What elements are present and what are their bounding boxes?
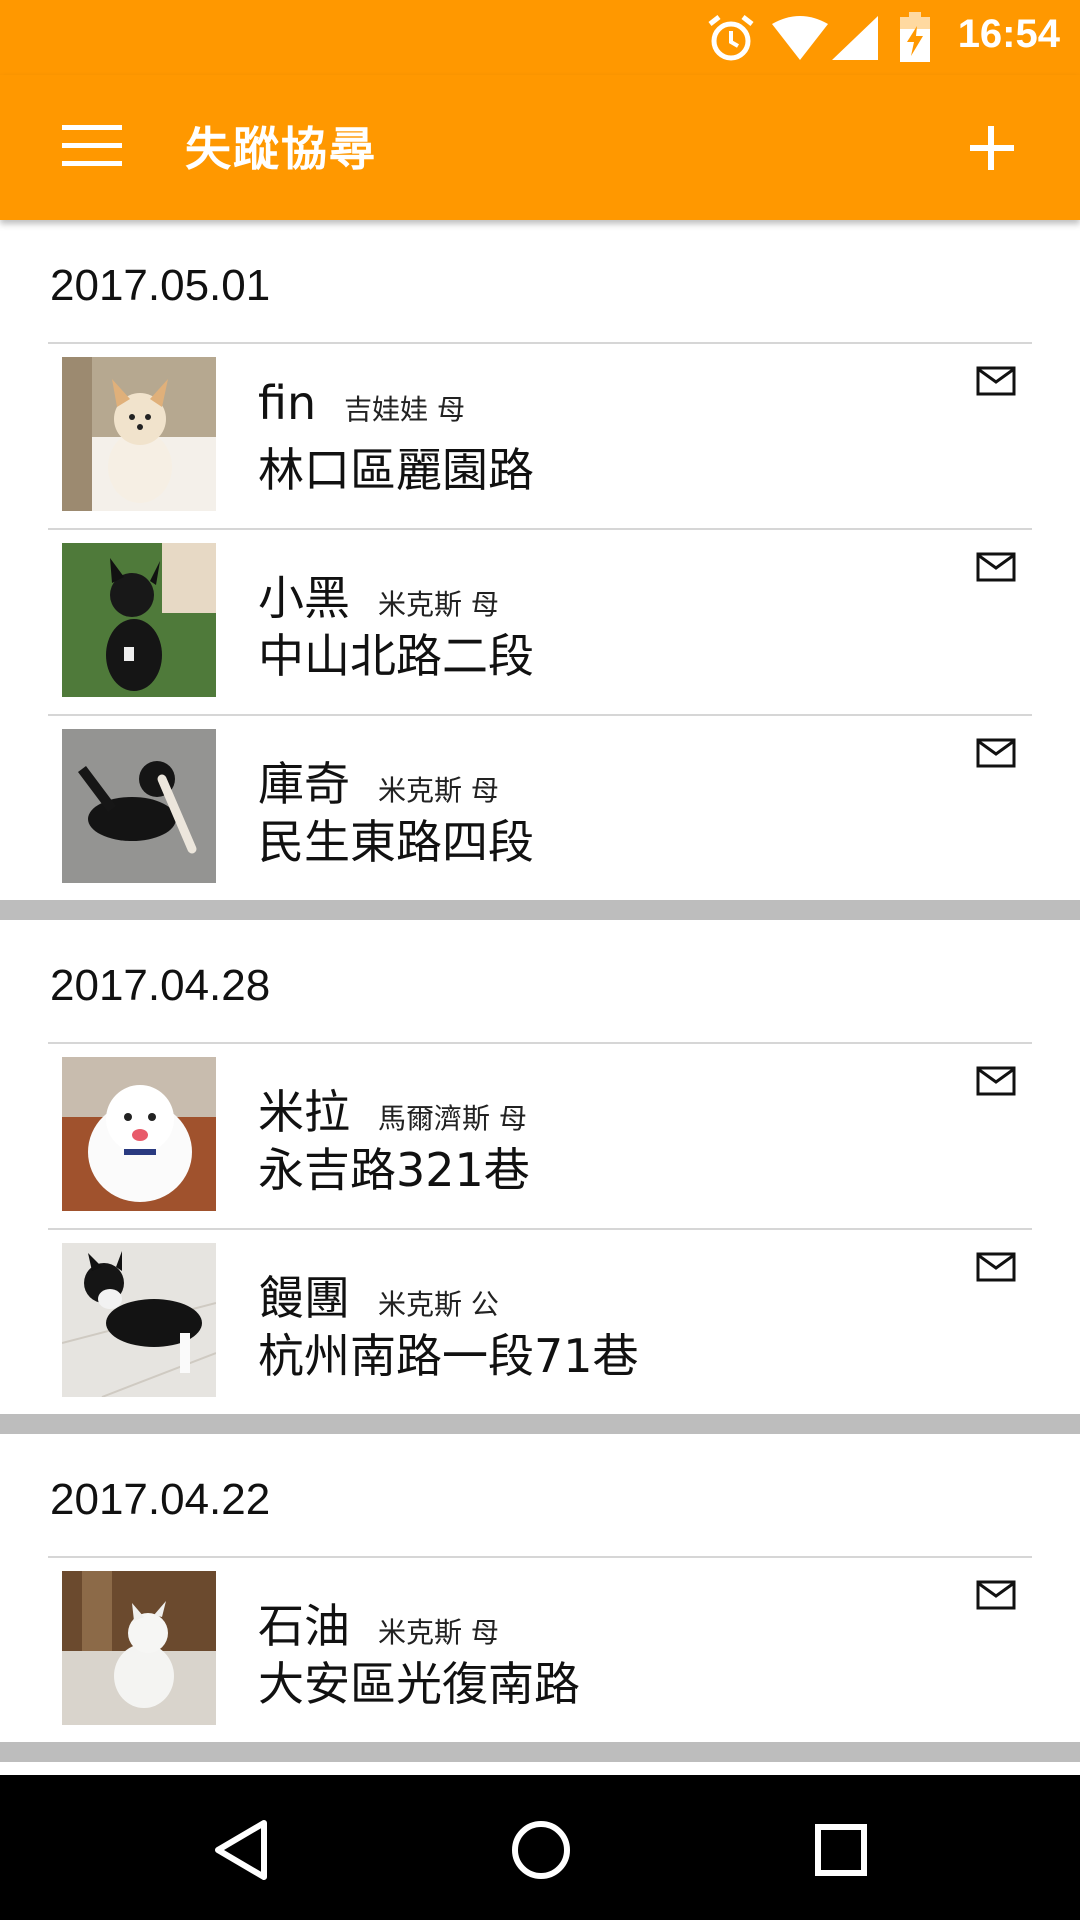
pet-address: 中山北路二段 xyxy=(258,629,534,683)
status-time: 16:54 xyxy=(957,12,1060,56)
pet-name: 米拉 xyxy=(258,1085,350,1139)
signal-icon xyxy=(832,16,878,60)
pet-address: 林口區麗園路 xyxy=(258,443,534,497)
pet-breed: 吉娃娃 母 xyxy=(344,393,466,426)
app-bar: 失蹤協尋 xyxy=(0,75,1080,220)
pet-photo xyxy=(62,1057,216,1211)
mail-icon[interactable] xyxy=(976,738,1016,768)
pet-name: 庫奇 xyxy=(258,757,350,811)
date-header: 2017.04.22 xyxy=(50,1475,271,1524)
date-group: 2017.04.28 米拉 馬爾濟斯 母 永吉路321巷 饅團 米克斯 公 杭州… xyxy=(0,920,1080,1414)
alarm-icon xyxy=(708,15,754,61)
pet-photo xyxy=(62,1243,216,1397)
pet-breed: 米克斯 公 xyxy=(378,1288,499,1321)
battery-charging-icon xyxy=(900,12,930,62)
list-item[interactable]: 石油 米克斯 母 大安區光復南路 xyxy=(48,1556,1032,1742)
pet-name: fin xyxy=(258,376,317,430)
menu-icon[interactable] xyxy=(62,125,122,171)
pet-breed: 米克斯 母 xyxy=(378,588,499,621)
mail-icon[interactable] xyxy=(976,1252,1016,1282)
list-item[interactable]: 米拉 馬爾濟斯 母 永吉路321巷 xyxy=(48,1042,1032,1228)
home-circle-icon[interactable] xyxy=(506,1815,576,1885)
pet-name: 饅團 xyxy=(258,1271,350,1325)
pet-breed: 米克斯 母 xyxy=(378,774,499,807)
mail-icon[interactable] xyxy=(976,1066,1016,1096)
navigation-bar xyxy=(0,1775,1080,1920)
date-group: 2017.04.22 石油 米克斯 母 大安區光復南路 xyxy=(0,1434,1080,1742)
pet-photo xyxy=(62,1571,216,1725)
wifi-icon xyxy=(772,16,828,60)
page-title: 失蹤協尋 xyxy=(185,122,377,176)
date-group: 2017.05.01 fin 吉娃娃 母 林口區麗園路 小黑 米克斯 母 中山北… xyxy=(0,220,1080,900)
list-item[interactable]: 小黑 米克斯 母 中山北路二段 xyxy=(48,528,1032,714)
pet-name: 石油 xyxy=(258,1599,350,1653)
pet-photo xyxy=(62,729,216,883)
mail-icon[interactable] xyxy=(976,1580,1016,1610)
pet-address: 杭州南路一段71巷 xyxy=(258,1329,639,1383)
mail-icon[interactable] xyxy=(976,552,1016,582)
recents-square-icon[interactable] xyxy=(806,1815,876,1885)
list-item[interactable]: fin 吉娃娃 母 林口區麗園路 xyxy=(48,342,1032,528)
pet-name: 小黑 xyxy=(258,571,350,625)
pet-address: 民生東路四段 xyxy=(258,815,534,869)
pet-breed: 米克斯 母 xyxy=(378,1616,499,1649)
plus-icon[interactable] xyxy=(964,120,1020,176)
list-item[interactable]: 庫奇 米克斯 母 民生東路四段 xyxy=(48,714,1032,900)
pet-photo xyxy=(62,543,216,697)
list-item[interactable]: 饅團 米克斯 公 杭州南路一段71巷 xyxy=(48,1228,1032,1414)
date-header: 2017.05.01 xyxy=(50,261,271,310)
back-triangle-icon[interactable] xyxy=(206,1815,276,1885)
pet-address: 大安區光復南路 xyxy=(258,1657,580,1711)
status-bar: 16:54 xyxy=(0,0,1080,75)
pet-address: 永吉路321巷 xyxy=(258,1143,530,1197)
next-card-partial xyxy=(0,1762,1080,1775)
date-header: 2017.04.28 xyxy=(50,961,271,1010)
pet-list: 2017.05.01 fin 吉娃娃 母 林口區麗園路 小黑 米克斯 母 中山北… xyxy=(0,220,1080,1775)
pet-breed: 馬爾濟斯 母 xyxy=(378,1102,527,1135)
pet-photo xyxy=(62,357,216,511)
mail-icon[interactable] xyxy=(976,366,1016,396)
